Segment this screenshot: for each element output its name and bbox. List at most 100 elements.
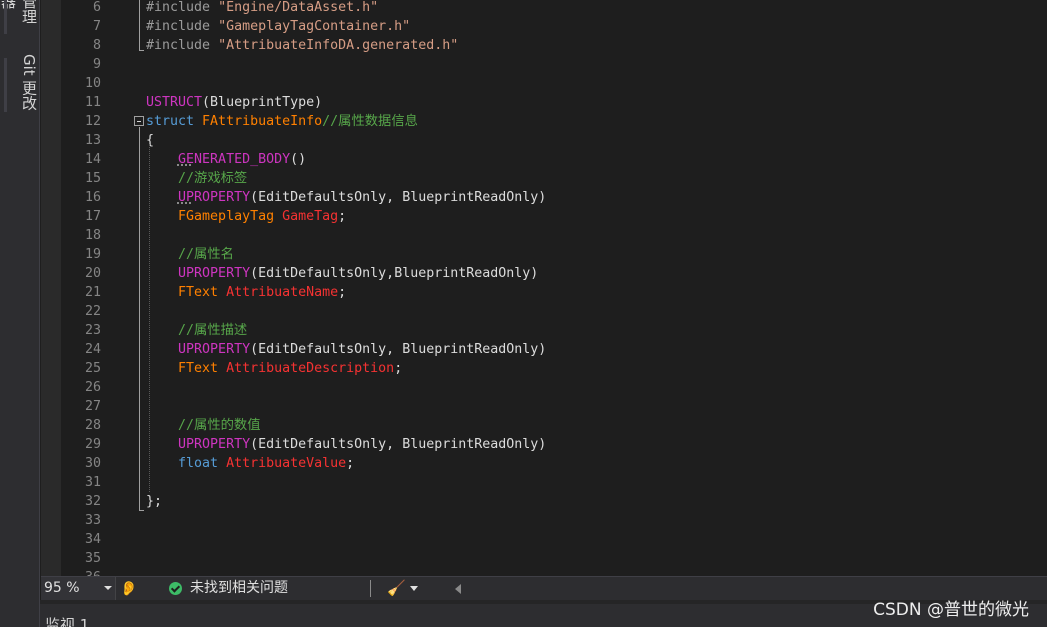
line-number: 16 <box>84 190 101 205</box>
line-number: 27 <box>84 399 101 414</box>
code-token: GameTag <box>282 209 339 224</box>
code-line[interactable]: 32}; <box>41 492 1047 511</box>
line-number: 18 <box>84 228 101 243</box>
code-token: ; <box>338 209 347 224</box>
code-text: struct FAttribuateInfo//属性数据信息 <box>146 112 418 131</box>
ear-icon[interactable]: 👂 <box>120 581 137 597</box>
code-token: ; <box>394 361 403 376</box>
line-number: 25 <box>84 361 101 376</box>
code-text: //属性名 <box>146 245 234 264</box>
code-line[interactable]: 30 float AttribuateValue; <box>41 454 1047 473</box>
code-line[interactable]: 12 struct FAttribuateInfo//属性数据信息 <box>41 112 1047 131</box>
code-line[interactable]: 20 UPROPERTY(EditDefaultsOnly,BlueprintR… <box>41 264 1047 283</box>
line-number: 21 <box>84 285 101 300</box>
code-line[interactable]: 35 <box>41 549 1047 568</box>
line-number: 20 <box>84 266 101 281</box>
code-token: (EditDefaultsOnly,BlueprintReadOnly) <box>250 266 539 281</box>
code-line[interactable]: 10 <box>41 74 1047 93</box>
code-token: "AttribuateInfoDA.generated.h" <box>218 38 459 53</box>
code-line[interactable]: 18 <box>41 226 1047 245</box>
code-token: UPROPERTY <box>178 342 251 357</box>
line-number: 6 <box>92 0 101 15</box>
code-line[interactable]: 21 FText AttribuateName; <box>41 283 1047 302</box>
collapse-struct-toggle[interactable] <box>134 116 144 126</box>
code-line[interactable]: 14 GENERATED_BODY() <box>41 150 1047 169</box>
code-line[interactable]: 9 <box>41 55 1047 74</box>
code-editor[interactable]: 6 #include "Engine/DataAsset.h" 7 #include … <box>41 0 1047 576</box>
code-cleanup-brush-icon[interactable]: 🧹 <box>387 579 406 597</box>
line-number: 17 <box>84 209 101 224</box>
code-token: //属性数据信息 <box>322 114 418 129</box>
code-line[interactable]: 28 //属性的数值 <box>41 416 1047 435</box>
line-number: 11 <box>84 95 101 110</box>
line-number: 30 <box>84 456 101 471</box>
code-token: #include <box>146 19 219 34</box>
line-number: 19 <box>84 247 101 262</box>
zoom-level: 95 % <box>44 580 80 596</box>
struct-outline-bar <box>139 127 140 510</box>
code-line[interactable]: 29 UPROPERTY(EditDefaultsOnly, Blueprint… <box>41 435 1047 454</box>
code-token: (EditDefaultsOnly, BlueprintReadOnly) <box>250 190 547 205</box>
code-line[interactable]: 34 <box>41 530 1047 549</box>
side-tab-solution-explorer[interactable]: 管理器 <box>0 0 40 38</box>
code-token: #include <box>146 0 219 15</box>
code-line[interactable]: 25 FText AttribuateDescription; <box>41 359 1047 378</box>
chevron-down-icon[interactable] <box>410 586 418 591</box>
scroll-left-arrow-icon[interactable] <box>455 584 461 594</box>
code-line[interactable]: 23 //属性描述 <box>41 321 1047 340</box>
code-token: AttribuateValue <box>226 456 347 471</box>
line-number: 26 <box>84 380 101 395</box>
struct-outline-end <box>139 510 144 511</box>
code-line[interactable]: 13 { <box>41 131 1047 150</box>
code-line[interactable]: 16 UPROPERTY(EditDefaultsOnly, Blueprint… <box>41 188 1047 207</box>
code-line[interactable]: 26 <box>41 378 1047 397</box>
line-number: 24 <box>84 342 101 357</box>
squiggle-uproperty <box>177 201 191 204</box>
watch-panel-title[interactable]: 监视 1 <box>45 614 89 627</box>
code-token: FText <box>178 361 227 376</box>
line-number: 34 <box>84 532 101 547</box>
code-text: #include "GameplayTagContainer.h" <box>146 17 410 36</box>
code-token: () <box>290 152 307 167</box>
code-line[interactable]: 31 <box>41 473 1047 492</box>
code-token: //属性描述 <box>178 323 248 338</box>
code-line[interactable]: 24 UPROPERTY(EditDefaultsOnly, Blueprint… <box>41 340 1047 359</box>
code-line[interactable]: 36 <box>41 568 1047 576</box>
code-text: USTRUCT(BlueprintType) <box>146 93 322 112</box>
line-number: 35 <box>84 551 101 566</box>
code-line[interactable]: 22 <box>41 302 1047 321</box>
code-token: FAttribuateInfo <box>202 114 323 129</box>
code-line[interactable]: 33 <box>41 511 1047 530</box>
code-line[interactable]: 19 //属性名 <box>41 245 1047 264</box>
side-tab-git-changes[interactable]: Git 更改 <box>0 54 40 116</box>
code-text: UPROPERTY(EditDefaultsOnly, BlueprintRea… <box>146 435 546 454</box>
code-line[interactable]: 17 FGameplayTag GameTag; <box>41 207 1047 226</box>
code-token: ; <box>338 285 347 300</box>
code-token: (BlueprintType) <box>202 95 323 110</box>
code-text: { <box>146 131 154 150</box>
code-line[interactable]: 27 <box>41 397 1047 416</box>
zoom-dropdown[interactable]: 95 % <box>41 577 116 600</box>
line-number: 12 <box>84 114 101 129</box>
code-line[interactable]: 7 #include "GameplayTagContainer.h" <box>41 17 1047 36</box>
code-line[interactable]: 11 USTRUCT(BlueprintType) <box>41 93 1047 112</box>
issues-status[interactable]: 未找到相关问题 <box>190 577 288 600</box>
line-number: 29 <box>84 437 101 452</box>
line-number: 31 <box>84 475 101 490</box>
code-token: }; <box>146 494 163 509</box>
code-token: "GameplayTagContainer.h" <box>218 19 411 34</box>
indent-guide <box>149 144 150 492</box>
code-line[interactable]: 8 #include "AttribuateInfoDA.generated.h" <box>41 36 1047 55</box>
code-line[interactable]: 15 //游戏标签 <box>41 169 1047 188</box>
check-circle-icon[interactable] <box>169 582 182 595</box>
code-token: AttribuateName <box>226 285 339 300</box>
code-line[interactable]: 6 #include "Engine/DataAsset.h" <box>41 0 1047 17</box>
code-text: //属性描述 <box>146 321 247 340</box>
